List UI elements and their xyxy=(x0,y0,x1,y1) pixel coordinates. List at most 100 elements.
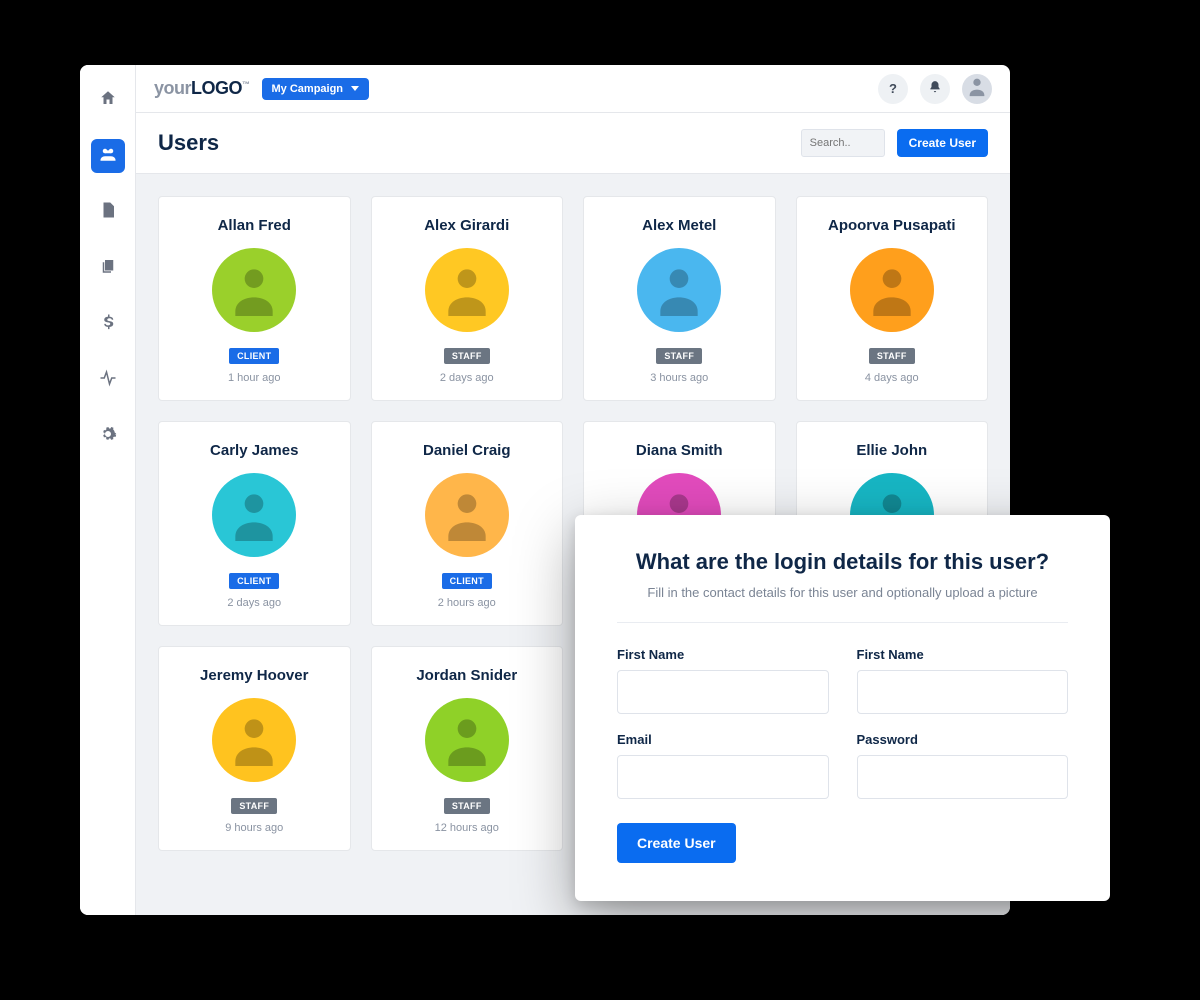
field-first-name-a: First Name xyxy=(617,647,829,714)
search-input[interactable] xyxy=(801,129,885,157)
modal-divider xyxy=(617,622,1068,623)
copy-icon xyxy=(99,257,117,280)
users-icon xyxy=(99,145,117,168)
person-icon xyxy=(439,260,495,321)
user-avatar xyxy=(212,698,296,782)
user-name: Carly James xyxy=(210,442,298,459)
role-badge: STAFF xyxy=(869,348,915,364)
user-name: Alex Girardi xyxy=(424,217,509,234)
label-password: Password xyxy=(857,732,1069,747)
page-title: Users xyxy=(158,130,219,156)
sidebar-item-billing[interactable] xyxy=(91,307,125,341)
dollar-icon xyxy=(99,313,117,336)
role-badge: CLIENT xyxy=(442,573,492,589)
user-avatar xyxy=(850,248,934,332)
user-avatar xyxy=(637,248,721,332)
brand-part2: LOGO xyxy=(191,78,242,98)
help-icon: ? xyxy=(889,81,897,96)
user-avatar xyxy=(212,473,296,557)
modal-form: First Name First Name Email Password xyxy=(617,647,1068,799)
sidebar-item-settings[interactable] xyxy=(91,419,125,453)
sidebar xyxy=(80,65,136,915)
user-name: Daniel Craig xyxy=(423,442,511,459)
user-name: Jeremy Hoover xyxy=(200,667,308,684)
topbar: yourLOGO™ My Campaign ? xyxy=(136,65,1010,113)
user-card[interactable]: Apoorva Pusapati STAFF 4 days ago xyxy=(796,196,989,401)
chevron-down-icon xyxy=(351,86,359,91)
input-password[interactable] xyxy=(857,755,1069,799)
user-avatar xyxy=(425,698,509,782)
user-card[interactable]: Jordan Snider STAFF 12 hours ago xyxy=(371,646,564,851)
person-icon xyxy=(226,485,282,546)
role-badge: STAFF xyxy=(444,348,490,364)
person-icon xyxy=(864,260,920,321)
user-card[interactable]: Alex Metel STAFF 3 hours ago xyxy=(583,196,776,401)
modal-subtitle: Fill in the contact details for this use… xyxy=(617,585,1068,600)
brand-part1: your xyxy=(154,78,191,98)
user-name: Apoorva Pusapati xyxy=(828,217,956,234)
create-user-button[interactable]: Create User xyxy=(897,129,988,157)
input-email[interactable] xyxy=(617,755,829,799)
user-avatar xyxy=(212,248,296,332)
field-email: Email xyxy=(617,732,829,799)
modal-title: What are the login details for this user… xyxy=(617,549,1068,575)
user-card[interactable]: Daniel Craig CLIENT 2 hours ago xyxy=(371,421,564,626)
user-name: Alex Metel xyxy=(642,217,716,234)
role-badge: STAFF xyxy=(444,798,490,814)
user-time: 1 hour ago xyxy=(228,372,281,384)
campaign-selector[interactable]: My Campaign xyxy=(262,78,370,100)
user-name: Jordan Snider xyxy=(416,667,517,684)
role-badge: STAFF xyxy=(231,798,277,814)
sidebar-item-documents[interactable] xyxy=(91,251,125,285)
person-icon xyxy=(439,710,495,771)
user-name: Diana Smith xyxy=(636,442,723,459)
user-card[interactable]: Jeremy HooverSTAFF9 hours ago xyxy=(158,646,351,851)
person-icon xyxy=(966,75,988,102)
sidebar-item-reports[interactable] xyxy=(91,195,125,229)
user-time: 2 days ago xyxy=(227,597,281,609)
notifications-button[interactable] xyxy=(920,74,950,104)
input-first-name-a[interactable] xyxy=(617,670,829,714)
person-icon xyxy=(226,260,282,321)
user-name: Ellie John xyxy=(856,442,927,459)
file-chart-icon xyxy=(99,201,117,224)
profile-avatar[interactable] xyxy=(962,74,992,104)
user-time: 2 hours ago xyxy=(438,597,496,609)
brand-tm: ™ xyxy=(242,80,250,89)
person-icon xyxy=(226,710,282,771)
user-card[interactable]: Allan Fred CLIENT 1 hour ago xyxy=(158,196,351,401)
user-avatar xyxy=(425,248,509,332)
user-card[interactable]: Alex Girardi STAFF 2 days ago xyxy=(371,196,564,401)
sidebar-item-activity[interactable] xyxy=(91,363,125,397)
user-time: 4 days ago xyxy=(865,372,919,384)
brand-logo: yourLOGO™ xyxy=(154,78,250,99)
user-card[interactable]: Carly James CLIENT 2 days ago xyxy=(158,421,351,626)
user-time: 12 hours ago xyxy=(435,822,499,834)
role-badge: STAFF xyxy=(656,348,702,364)
page-header: Users Create User xyxy=(136,113,1010,174)
label-first-name-b: First Name xyxy=(857,647,1069,662)
modal-create-button[interactable]: Create User xyxy=(617,823,736,863)
user-time: 3 hours ago xyxy=(650,372,708,384)
role-badge: CLIENT xyxy=(229,348,279,364)
user-name: Allan Fred xyxy=(218,217,291,234)
sidebar-item-home[interactable] xyxy=(91,83,125,117)
user-time: 2 days ago xyxy=(440,372,494,384)
bell-icon xyxy=(928,80,942,97)
help-button[interactable]: ? xyxy=(878,74,908,104)
create-user-modal: What are the login details for this user… xyxy=(575,515,1110,901)
activity-icon xyxy=(99,369,117,392)
field-first-name-b: First Name xyxy=(857,647,1069,714)
input-first-name-b[interactable] xyxy=(857,670,1069,714)
label-first-name-a: First Name xyxy=(617,647,829,662)
sidebar-item-users[interactable] xyxy=(91,139,125,173)
field-password: Password xyxy=(857,732,1069,799)
person-icon xyxy=(651,260,707,321)
person-icon xyxy=(439,485,495,546)
campaign-label: My Campaign xyxy=(272,83,344,95)
label-email: Email xyxy=(617,732,829,747)
home-icon xyxy=(99,89,117,112)
user-avatar xyxy=(425,473,509,557)
role-badge: CLIENT xyxy=(229,573,279,589)
gear-icon xyxy=(99,425,117,448)
